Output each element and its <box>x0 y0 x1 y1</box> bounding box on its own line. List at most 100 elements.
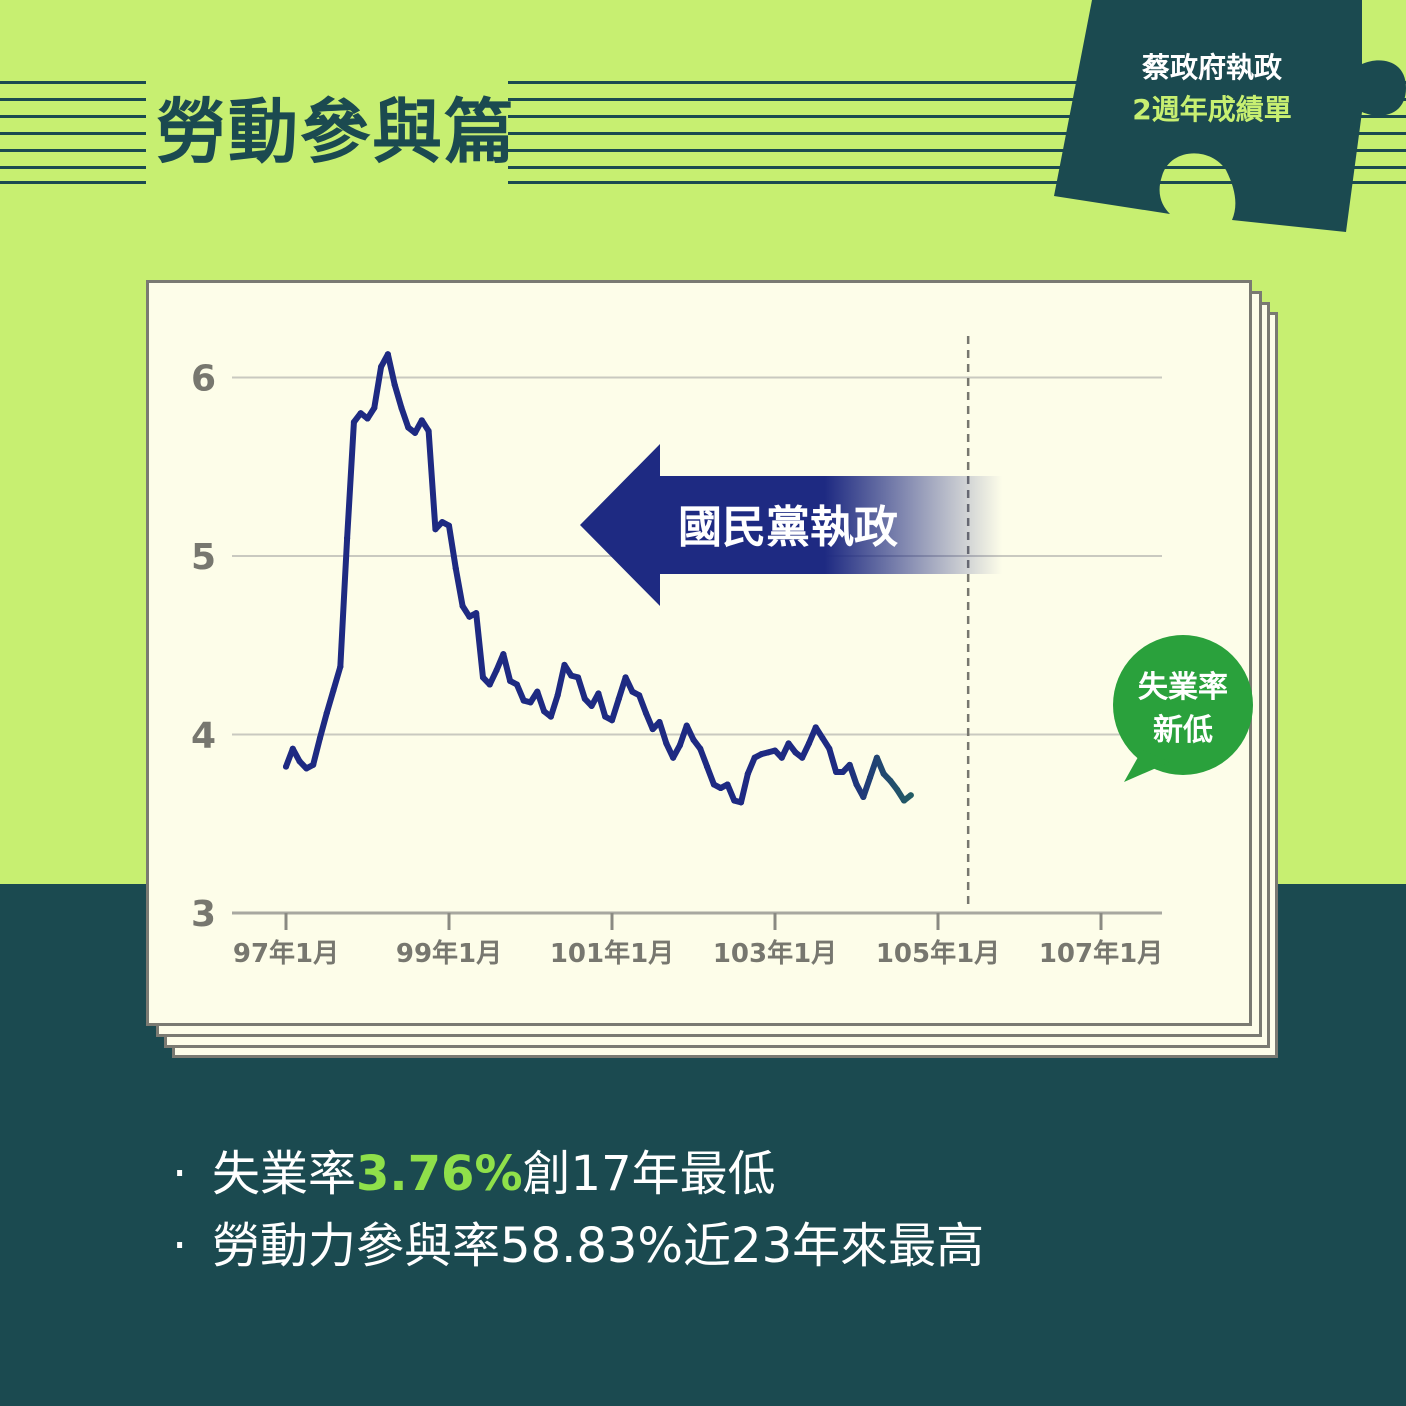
bullet-prefix: 勞動力參與率58.83%近23年來最高 <box>212 1218 985 1274</box>
data-point <box>459 602 466 609</box>
data-point <box>595 690 602 697</box>
bullet-item-unemployment: · 失業率3.76%創17年最低 <box>172 1138 984 1210</box>
data-point <box>493 667 500 674</box>
kmt-arrow-label: 國民黨執政 <box>678 502 898 553</box>
x-tick-label: 97年1月 <box>233 938 339 969</box>
data-point <box>439 519 446 526</box>
data-point <box>670 754 677 761</box>
series-segment <box>500 651 514 684</box>
data-point <box>364 415 371 422</box>
data-point <box>676 742 683 749</box>
data-point <box>615 695 622 702</box>
data-point <box>860 793 867 800</box>
y-tick-label: 5 <box>191 537 216 578</box>
callout-label-line1: 失業率 <box>1138 670 1228 705</box>
data-point <box>833 768 840 775</box>
series-segment <box>371 363 385 411</box>
data-point <box>310 761 317 768</box>
data-point <box>799 754 806 761</box>
data-point <box>466 613 473 620</box>
series-segment <box>337 535 351 670</box>
y-tick-label: 3 <box>191 894 216 935</box>
data-point <box>819 735 826 742</box>
data-point <box>534 688 541 695</box>
data-point <box>316 735 323 742</box>
data-point <box>846 761 853 768</box>
bullet-item-participation: · 勞動力參與率58.83%近23年來最高 <box>172 1210 984 1282</box>
data-point <box>357 410 364 417</box>
data-point <box>873 754 880 761</box>
data-point <box>541 708 548 715</box>
data-point <box>527 699 534 706</box>
data-point <box>697 745 704 752</box>
data-point <box>894 786 901 793</box>
data-point <box>350 419 357 426</box>
data-point <box>405 424 412 431</box>
data-point <box>588 702 595 709</box>
x-tick-label: 99年1月 <box>396 938 502 969</box>
data-point <box>513 681 520 688</box>
series-segment <box>826 745 840 775</box>
series-segment <box>384 351 398 388</box>
data-point <box>867 774 874 781</box>
bullet-dot: · <box>172 1146 188 1202</box>
data-point <box>738 799 745 806</box>
data-point <box>663 740 670 747</box>
data-point <box>649 726 656 733</box>
data-point <box>500 651 507 658</box>
data-point <box>609 717 615 724</box>
data-point <box>853 781 860 788</box>
data-point <box>575 674 582 681</box>
data-point <box>792 749 799 756</box>
grid-layer <box>232 376 1162 915</box>
data-point <box>507 677 514 684</box>
data-point <box>717 785 724 792</box>
data-point <box>602 713 609 720</box>
data-point <box>656 719 663 726</box>
data-point <box>581 695 588 702</box>
bullet-prefix: 失業率 <box>212 1146 357 1202</box>
data-point <box>398 404 405 411</box>
data-point <box>344 535 351 542</box>
data-point <box>772 747 778 754</box>
data-point <box>547 713 554 720</box>
data-point <box>642 710 649 717</box>
data-point <box>805 740 812 747</box>
bullet-highlight: 3.76% <box>356 1146 523 1202</box>
series-segment <box>425 428 439 533</box>
data-point <box>731 797 738 804</box>
series-segment <box>323 686 337 717</box>
data-point <box>785 740 792 747</box>
data-point <box>724 781 731 788</box>
data-point <box>473 610 480 617</box>
data-point <box>758 751 765 758</box>
data-point <box>683 722 690 729</box>
data-point <box>907 792 914 799</box>
data-point <box>303 765 310 772</box>
series-segment <box>609 695 622 724</box>
data-point <box>337 663 344 670</box>
series-segment <box>398 404 412 431</box>
data-point <box>371 404 378 411</box>
y-tick-label: 4 <box>191 716 216 757</box>
x-tick-label: 103年1月 <box>713 938 837 969</box>
data-point <box>554 692 561 699</box>
data-point <box>323 710 330 717</box>
series-segment <box>860 774 874 800</box>
data-point <box>425 428 432 435</box>
data-point <box>520 697 527 704</box>
data-point <box>826 745 833 752</box>
data-point <box>765 749 772 756</box>
series-segment <box>391 381 405 411</box>
bullet-dot: · <box>172 1218 188 1274</box>
data-point <box>452 565 459 572</box>
data-point <box>568 672 575 679</box>
bullet-list: · 失業率3.76%創17年最低 · 勞動力參與率58.83%近23年來最高 <box>172 1138 984 1282</box>
series-segment <box>554 661 568 699</box>
y-tick-label: 6 <box>191 359 216 400</box>
data-point <box>812 724 819 731</box>
data-point <box>622 674 629 681</box>
data-point <box>384 351 391 358</box>
series-segment <box>846 761 860 788</box>
annotation-layer: 國民黨執政失業率新低 <box>580 336 1253 904</box>
